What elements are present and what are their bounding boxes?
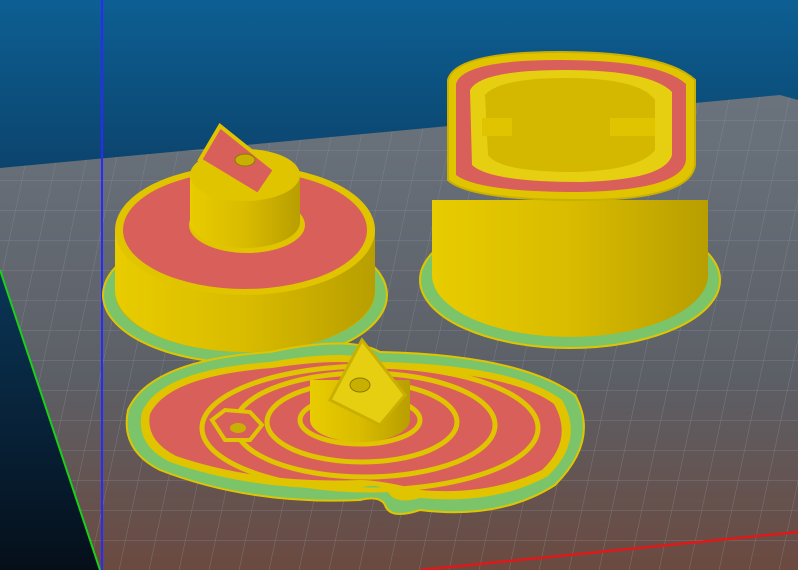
- object-cup-housing[interactable]: [419, 50, 721, 349]
- 3d-preview-viewport[interactable]: [0, 0, 798, 570]
